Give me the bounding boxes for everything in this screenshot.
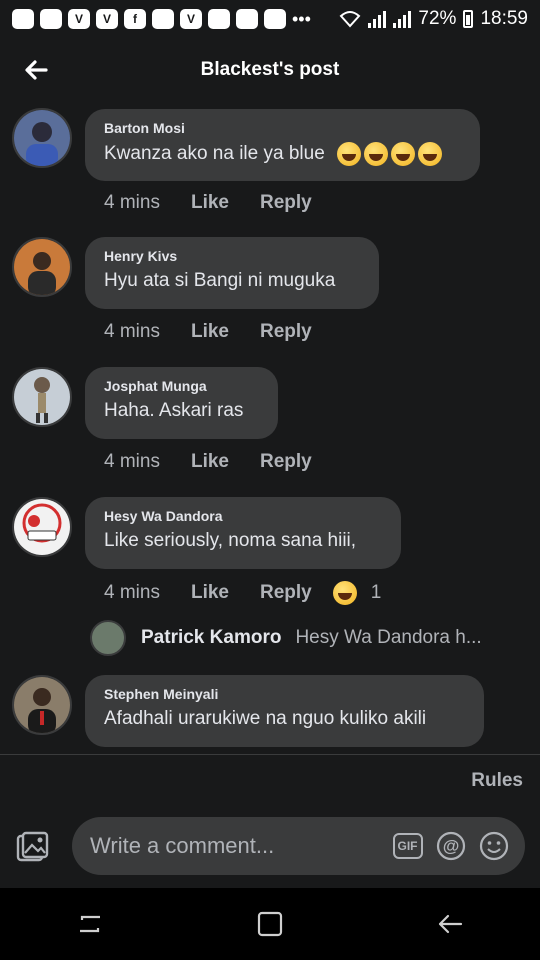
notification-icons: V V f V ••• xyxy=(12,9,311,30)
commenter-name[interactable]: Stephen Meinyali xyxy=(104,686,465,702)
battery-icon xyxy=(463,10,474,28)
comment-time: 4 mins xyxy=(104,582,160,603)
reply-author: Patrick Kamoro xyxy=(141,627,282,648)
app-notification-icon xyxy=(236,9,258,29)
page-header: Blackest's post xyxy=(0,38,540,102)
app-notification-icon xyxy=(264,9,286,29)
avatar[interactable] xyxy=(12,367,72,427)
comment-text: Like seriously, noma sana hiii, xyxy=(104,530,357,551)
rofl-emoji-icon xyxy=(364,142,389,166)
comment-actions: 4 mins Like Reply xyxy=(104,321,343,343)
emoji-group xyxy=(337,142,443,166)
like-button[interactable]: Like xyxy=(191,451,229,473)
home-icon[interactable] xyxy=(250,904,290,944)
comment-time: 4 mins xyxy=(104,192,160,213)
comment-bubble[interactable]: Stephen Meinyali Afadhali urarukiwe na n… xyxy=(85,675,484,747)
commenter-name[interactable]: Josphat Munga xyxy=(104,378,259,394)
crying-emoji-icon xyxy=(418,142,443,166)
comment-text: Kwanza ako na ile ya blue xyxy=(104,143,325,165)
like-button[interactable]: Like xyxy=(191,321,229,343)
app-notification-icon: V xyxy=(180,9,202,29)
app-notification-icon: V xyxy=(68,9,90,29)
back-icon[interactable] xyxy=(430,904,470,944)
comment-bubble[interactable]: Hesy Wa Dandora Like seriously, noma san… xyxy=(85,497,401,569)
avatar[interactable] xyxy=(12,108,72,168)
commenter-name[interactable]: Henry Kivs xyxy=(104,248,360,264)
facebook-icon: f xyxy=(124,9,146,29)
like-button[interactable]: Like xyxy=(191,192,229,214)
back-arrow-icon xyxy=(25,60,48,80)
like-button[interactable]: Like xyxy=(191,582,229,604)
reply-button[interactable]: Reply xyxy=(260,192,312,214)
reaction-summary[interactable]: 1 xyxy=(332,581,382,605)
haha-reaction-icon xyxy=(332,581,357,605)
commenter-name[interactable]: Barton Mosi xyxy=(104,120,461,136)
comment-text: Afadhali urarukiwe na nguo kuliko akili xyxy=(104,708,427,729)
comment-text: Haha. Askari ras xyxy=(104,400,244,421)
signal-icon xyxy=(368,10,387,28)
wifi-icon xyxy=(340,11,361,28)
reply-button[interactable]: Reply xyxy=(260,582,312,604)
avatar[interactable] xyxy=(12,237,72,297)
app-notification-icon xyxy=(208,9,230,29)
status-bar: V V f V ••• 72% 18:59 xyxy=(0,0,540,38)
comment-time: 4 mins xyxy=(104,451,160,472)
divider xyxy=(0,754,540,755)
mention-icon[interactable]: @ xyxy=(435,830,466,862)
app-notification-icon xyxy=(152,9,174,29)
battery-percent: 72% xyxy=(418,8,457,29)
commenter-name[interactable]: Hesy Wa Dandora xyxy=(104,508,382,524)
reply-snippet: Hesy Wa Dandora h... xyxy=(295,627,482,648)
clock: 18:59 xyxy=(480,8,528,29)
comment-bubble[interactable]: Barton Mosi Kwanza ako na ile ya blue xyxy=(85,109,480,181)
recents-icon[interactable] xyxy=(70,904,110,944)
comment-composer: GIF @ xyxy=(0,815,540,879)
comment-actions: 4 mins Like Reply xyxy=(104,451,343,473)
avatar[interactable] xyxy=(12,497,72,557)
app-notification-icon xyxy=(12,9,34,29)
signal-icon xyxy=(393,10,412,28)
back-button[interactable] xyxy=(20,56,52,84)
photo-icon[interactable] xyxy=(16,831,52,863)
comment-input-box: GIF @ xyxy=(72,817,525,875)
more-notifications-icon: ••• xyxy=(292,8,311,29)
emoji-icon[interactable] xyxy=(478,830,509,862)
system-nav-bar xyxy=(0,888,540,960)
app-notification-icon xyxy=(40,9,62,29)
gif-icon[interactable]: GIF xyxy=(392,830,423,862)
avatar[interactable] xyxy=(12,675,72,735)
comment-time: 4 mins xyxy=(104,321,160,342)
comment-actions: 4 mins Like Reply xyxy=(104,192,343,214)
rofl-emoji-icon xyxy=(391,142,416,166)
rofl-emoji-icon xyxy=(337,142,362,166)
rules-link[interactable]: Rules xyxy=(471,770,523,792)
reaction-count: 1 xyxy=(370,582,382,603)
comment-actions: 4 mins Like Reply 1 xyxy=(104,581,381,605)
comment-input[interactable] xyxy=(88,832,380,860)
reply-button[interactable]: Reply xyxy=(260,321,312,343)
page-title: Blackest's post xyxy=(200,59,340,80)
comment-text: Hyu ata si Bangi ni muguka xyxy=(104,270,336,291)
avatar xyxy=(90,620,126,656)
comment-bubble[interactable]: Henry Kivs Hyu ata si Bangi ni muguka xyxy=(85,237,379,309)
reply-preview[interactable]: Patrick Kamoro Hesy Wa Dandora h... xyxy=(90,620,482,656)
comment-bubble[interactable]: Josphat Munga Haha. Askari ras xyxy=(85,367,278,439)
reply-button[interactable]: Reply xyxy=(260,451,312,473)
app-notification-icon: V xyxy=(96,9,118,29)
svg-text:@: @ xyxy=(442,837,459,856)
